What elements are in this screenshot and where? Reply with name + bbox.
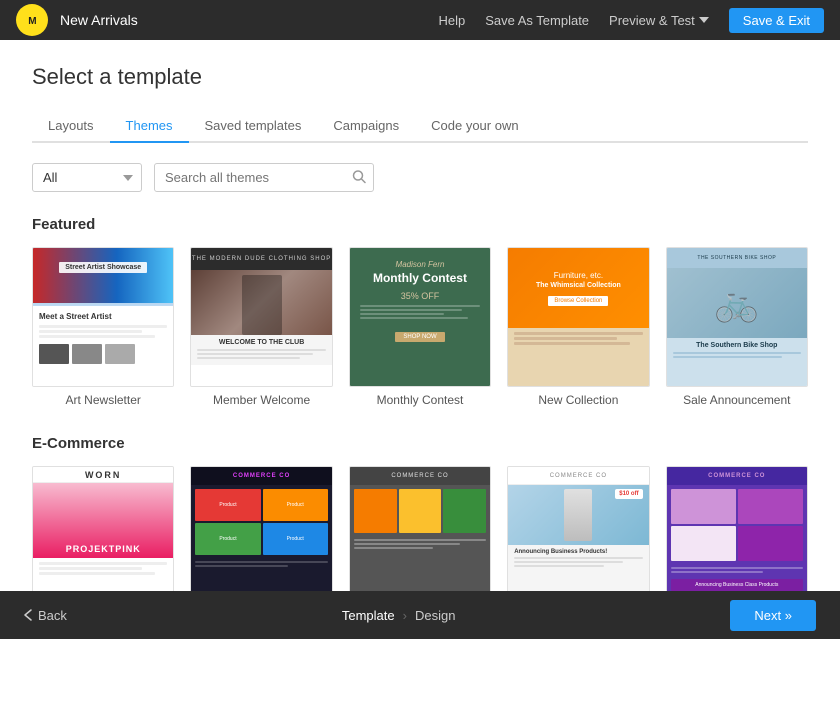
mailchimp-logo-icon: M: [22, 10, 42, 30]
tab-code-your-own[interactable]: Code your own: [415, 110, 534, 143]
ecommerce-section-title: E-Commerce: [32, 435, 808, 452]
template-thumb-monthly-contest: Madison Fern Monthly Contest 35% OFF SHO…: [349, 247, 491, 387]
preview-test-button[interactable]: Preview & Test: [609, 13, 709, 28]
template-card-member-welcome[interactable]: THE MODERN DUDE CLOTHING SHOP WELCOME TO…: [190, 247, 332, 407]
template-label-new-collection: New Collection: [507, 393, 649, 407]
template-label-member-welcome: Member Welcome: [190, 393, 332, 407]
search-icon[interactable]: [352, 169, 366, 186]
back-arrow-icon: [24, 609, 32, 621]
top-navigation: M New Arrivals Help Save As Template Pre…: [0, 0, 840, 40]
category-select[interactable]: All: [32, 163, 142, 192]
tab-bar: Layouts Themes Saved templates Campaigns…: [32, 110, 808, 143]
next-button[interactable]: Next »: [730, 600, 816, 631]
template-thumb-sale-announcement: THE SOUTHERN BIKE SHOP 🚲 The Southern Bi…: [666, 247, 808, 387]
breadcrumb-separator: ›: [403, 608, 407, 623]
page-title: Select a template: [32, 64, 808, 90]
template-label-sale-announcement: Sale Announcement: [666, 393, 808, 407]
template-thumb-member-welcome: THE MODERN DUDE CLOTHING SHOP WELCOME TO…: [190, 247, 332, 387]
breadcrumb-template: Template: [342, 608, 395, 623]
chevron-down-icon: [699, 17, 709, 23]
tab-saved-templates[interactable]: Saved templates: [189, 110, 318, 143]
filters-row: All: [32, 163, 808, 192]
back-button[interactable]: Back: [24, 608, 67, 623]
template-card-sale-announcement[interactable]: THE SOUTHERN BIKE SHOP 🚲 The Southern Bi…: [666, 247, 808, 407]
template-thumb-flyer: COMMERCE CO Announcing Business Class Pr…: [666, 466, 808, 606]
mailchimp-logo[interactable]: M: [16, 4, 48, 36]
breadcrumb-design: Design: [415, 608, 455, 623]
breadcrumb: Template › Design: [342, 608, 456, 623]
template-thumb-color-box: COMMERCE CO Product Product Product: [190, 466, 332, 606]
tab-themes[interactable]: Themes: [110, 110, 189, 143]
template-label-art-newsletter: Art Newsletter: [32, 393, 174, 407]
template-thumb-new-collection: Furniture, etc. The Whimsical Collection…: [507, 247, 649, 387]
category-filter-wrapper: All: [32, 163, 142, 192]
topnav-left: M New Arrivals: [16, 4, 138, 36]
template-thumb-cutout: COMMERCE CO $10 off Announcing Business …: [507, 466, 649, 606]
tab-layouts[interactable]: Layouts: [32, 110, 110, 143]
template-label-monthly-contest: Monthly Contest: [349, 393, 491, 407]
help-link[interactable]: Help: [438, 13, 465, 28]
template-card-art-newsletter[interactable]: Street Artist Showcase Meet a Street Art…: [32, 247, 174, 407]
template-thumb-contrast: COMMERCE CO: [349, 466, 491, 606]
featured-section-title: Featured: [32, 216, 808, 233]
template-card-new-collection[interactable]: Furniture, etc. The Whimsical Collection…: [507, 247, 649, 407]
tab-campaigns[interactable]: Campaigns: [317, 110, 415, 143]
template-card-monthly-contest[interactable]: Madison Fern Monthly Contest 35% OFF SHO…: [349, 247, 491, 407]
search-input[interactable]: [154, 163, 374, 192]
template-thumb-art-newsletter: Street Artist Showcase Meet a Street Art…: [32, 247, 174, 387]
search-wrapper: [154, 163, 374, 192]
save-exit-button[interactable]: Save & Exit: [729, 8, 824, 33]
featured-template-grid: Street Artist Showcase Meet a Street Art…: [32, 247, 808, 407]
save-as-template-link[interactable]: Save As Template: [485, 13, 589, 28]
template-thumb-boutique: WORN PROJEKTPINK: [32, 466, 174, 606]
bottom-bar: Back Template › Design Next »: [0, 591, 840, 639]
svg-text:M: M: [28, 16, 36, 27]
campaign-title: New Arrivals: [60, 12, 138, 28]
topnav-right: Help Save As Template Preview & Test Sav…: [438, 8, 824, 33]
